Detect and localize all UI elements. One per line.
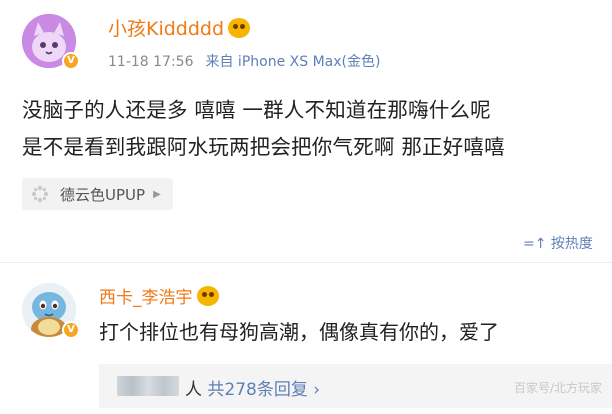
replies-summary[interactable]: 人 共278条回复 › [185, 375, 320, 400]
vip-emoji-icon [196, 286, 219, 306]
comment-username[interactable]: 西卡_李浩宇 [99, 283, 219, 308]
comment-username-text[interactable]: 西卡_李浩宇 [99, 288, 193, 308]
sort-toggle[interactable]: =↑ 按热度 [523, 233, 593, 253]
topic-arrow-icon: ▶ [153, 188, 161, 200]
comment-text: 打个排位也有母狗高潮，偶像真有你的，爱了 [99, 320, 499, 344]
replies-suffix: 人 [185, 380, 202, 400]
divider [0, 262, 612, 263]
sort-label[interactable]: 按热度 [551, 236, 593, 252]
vip-emoji-icon [228, 18, 251, 38]
comment-verified-badge: V [62, 321, 80, 339]
replies-count[interactable]: 共278条回复 [207, 380, 307, 400]
blurred-names [117, 376, 179, 396]
post-text-line-1: 没脑子的人还是多 嘻嘻 一群人不知道在那嗨什么呢 [22, 98, 491, 122]
post-username-text[interactable]: 小孩Kiddddd [108, 18, 224, 40]
replies-bar[interactable]: 人 共278条回复 › 百家号/北方玩家 [99, 364, 612, 408]
post-time: 11-18 17:56 [108, 54, 194, 70]
topic-label[interactable]: 德云色UPUP [60, 184, 145, 205]
post-source[interactable]: 来自 iPhone XS Max(金色) [205, 54, 380, 70]
watermark: 百家号/北方玩家 [513, 381, 602, 395]
post-text-line-2: 是不是看到我跟阿水玩两把会把你气死啊 那正好嘻嘻 [22, 135, 505, 159]
post-meta: 11-18 17:56 来自 iPhone XS Max(金色) [108, 51, 380, 71]
chevron-right-icon: › [313, 380, 321, 400]
verified-badge: V [62, 52, 80, 70]
pinwheel-icon [31, 185, 49, 203]
post-username[interactable]: 小孩Kiddddd [108, 14, 251, 41]
topic-chip[interactable]: 德云色UPUP ▶ [22, 178, 173, 210]
sort-icon: =↑ [523, 236, 547, 252]
post-body: 没脑子的人还是多 嘻嘻 一群人不知道在那嗨什么呢 是不是看到我跟阿水玩两把会把你… [22, 92, 608, 166]
